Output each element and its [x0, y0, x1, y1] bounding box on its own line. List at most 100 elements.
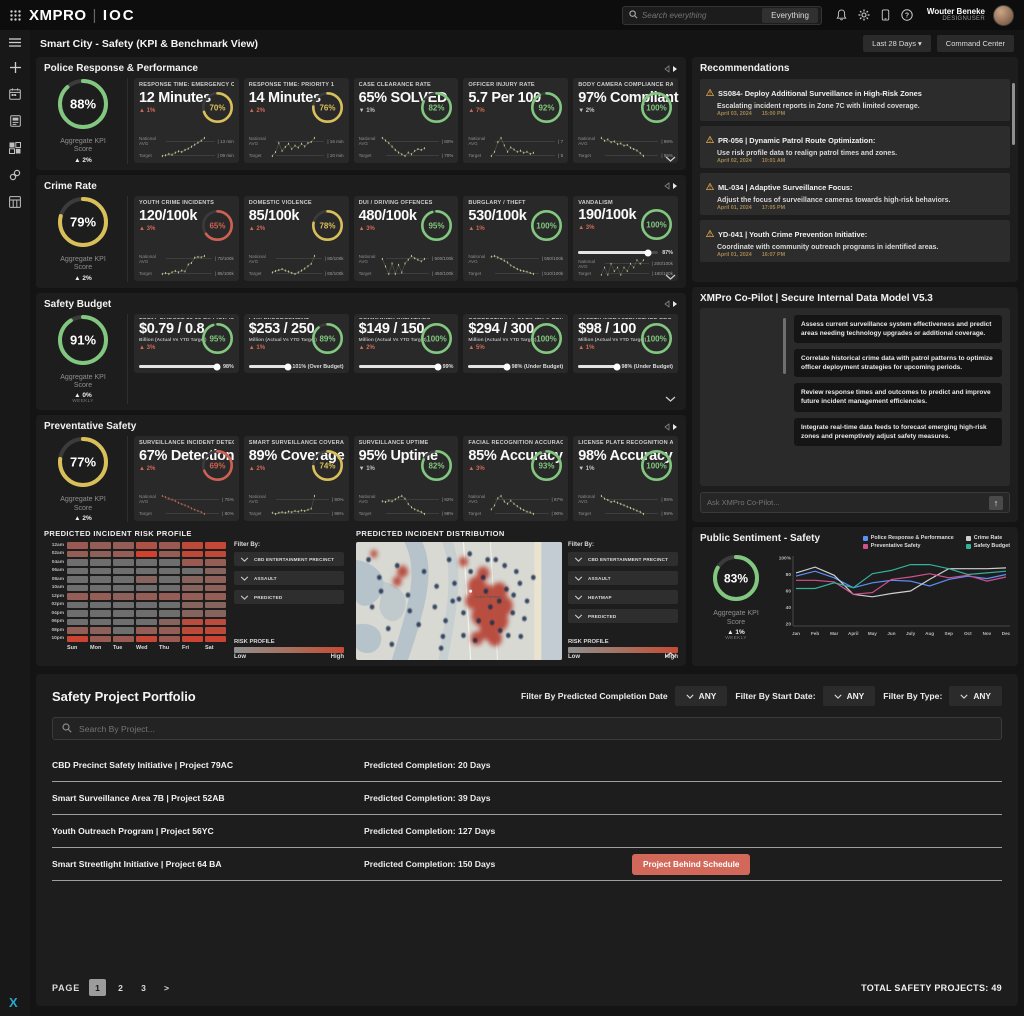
filter-dropdown[interactable]: PREDICTED — [234, 590, 344, 605]
settings-gear-icon[interactable] — [858, 9, 870, 21]
slider-knob[interactable] — [284, 363, 292, 371]
calendar-icon[interactable] — [9, 88, 21, 100]
app-launcher-icon[interactable] — [10, 9, 21, 21]
template-icon[interactable] — [9, 115, 21, 127]
kpi-value: 98% Accuracy — [578, 448, 673, 465]
section-pager-icon[interactable] — [664, 423, 678, 431]
user-info[interactable]: Wouter Beneke DESIGNUSER — [927, 7, 985, 23]
page-button-2[interactable]: 2 — [112, 979, 129, 996]
section-collapse-icon[interactable] — [665, 267, 676, 285]
data-grid-icon[interactable] — [9, 196, 21, 208]
kpi-card[interactable]: YOUTH CRIME INCIDENTS 120/100k ▲ 3% 65% Nat… — [134, 195, 239, 281]
kpi-card[interactable]: VANDALISM 190/100k ▲ 3% 100% 87% National AV… — [573, 195, 678, 281]
kpi-slider[interactable]: 99% — [358, 363, 453, 371]
section-pager-icon[interactable] — [664, 182, 678, 191]
kpi-gauge: 78% — [311, 209, 344, 247]
page-button-3[interactable]: 3 — [135, 979, 152, 996]
filter-type-dropdown[interactable]: ANY — [949, 686, 1002, 707]
kpi-card[interactable]: CASE CLEARANCE RATE 65% SOLVED ▼ 1% 82% Nat… — [353, 78, 459, 163]
kpi-slider[interactable]: 101% (Over Budget) — [248, 363, 344, 371]
global-search[interactable]: Everything — [621, 5, 822, 25]
kpi-card[interactable]: LAW ENFORCEMENT$253 / 250Million (Actual… — [243, 313, 349, 373]
recommendation-item[interactable]: SS084- Deploy Additional Surveillance in… — [700, 79, 1010, 121]
recommendation-item[interactable]: ML-034 | Adaptive Surveillance Focus: Adj… — [700, 173, 1010, 215]
recommendation-item[interactable]: YD-041 | Youth Crime Prevention Initiati… — [700, 220, 1010, 262]
project-row[interactable]: Smart Streetlight Initiative | Project 6… — [52, 848, 1002, 882]
legend-label: Crime Rate — [973, 535, 1003, 541]
menu-icon[interactable] — [9, 38, 21, 47]
search-input[interactable] — [641, 10, 759, 20]
dashboards-icon[interactable] — [9, 142, 21, 154]
kpi-card[interactable]: SURVEILLANCE UPTIME 95% Uptime ▼ 1% 82% Nat… — [353, 436, 459, 522]
copilot-scrollbar[interactable] — [783, 318, 786, 374]
kpi-card[interactable]: SURVEILLANCE INCIDENT DETECTION RATE67% … — [134, 436, 239, 522]
kpi-value: 5.7 Per 100 — [468, 90, 541, 106]
kpi-slider[interactable]: 98% (Under Budget) — [468, 363, 563, 371]
kpi-card[interactable]: BURGLARY / THEFT 530/100k ▲ 1% 100% Nationa… — [463, 195, 569, 281]
slider-knob[interactable] — [213, 363, 221, 371]
section-collapse-icon[interactable] — [665, 645, 676, 663]
project-row[interactable]: Youth Outreach Program | Project 56YC Pre… — [52, 815, 1002, 849]
kpi-card[interactable]: RESPONSE TIME: EMERGENCY CALLS 12 Minutes… — [134, 78, 239, 163]
filter-dropdown[interactable]: ASSAULT — [568, 571, 678, 586]
command-center-button[interactable]: Command Center — [936, 35, 1014, 52]
kpi-card[interactable]: LICENSE PLATE RECOGNITION ACCURACY98% Ac… — [573, 436, 678, 522]
project-row[interactable]: Smart Surveillance Area 7B | Project 52A… — [52, 782, 1002, 816]
add-icon[interactable] — [9, 62, 21, 73]
heatmap-cell — [136, 550, 157, 558]
help-icon[interactable]: ? — [901, 9, 913, 21]
kpi-card-title: SMART SURVEILLANCE COVERAGE — [248, 440, 344, 447]
section-pager-icon[interactable] — [664, 300, 678, 308]
kpi-card[interactable]: SMART SURVEILLANCE COVERAGE 89% Coverage ▲… — [243, 436, 349, 522]
next-page-button[interactable]: > — [158, 979, 175, 996]
project-search[interactable] — [52, 717, 1002, 741]
kpi-card[interactable]: DOMESTIC VIOLENCE 85/100k ▲ 2% 78% National… — [243, 195, 349, 281]
kpi-card[interactable]: COMMUNITY INITIATIVES$149 / 150Million (… — [353, 313, 459, 373]
trend-ref-value: | 450/100k — [432, 270, 454, 276]
section-collapse-icon[interactable] — [665, 389, 676, 407]
project-search-input[interactable] — [79, 723, 992, 734]
trend-ref-label: National AVG — [139, 253, 156, 264]
copilot-send-button[interactable]: ↑ — [989, 495, 1003, 510]
kpi-card[interactable]: FACIAL RECOGNITION ACCURACY 85% Accuracy ▲… — [463, 436, 569, 522]
device-icon[interactable] — [881, 9, 890, 21]
copilot-input[interactable] — [707, 498, 984, 507]
svg-text:100%: 100% — [427, 334, 447, 343]
project-row[interactable]: CBD Precinct Safety Initiative | Project… — [52, 749, 1002, 783]
filter-completion-dropdown[interactable]: ANY — [674, 686, 728, 707]
link-icon[interactable] — [9, 169, 21, 181]
page-button-1[interactable]: 1 — [89, 979, 107, 996]
filter-dropdown[interactable]: CBD ENTERTAINMENT PRECINCT — [568, 552, 678, 567]
date-range-button[interactable]: Last 28 Days ▾ — [863, 35, 931, 52]
search-scope-button[interactable]: Everything — [762, 7, 818, 23]
kpi-card[interactable]: SAFETY INFRASTRUCTURE PROJECTS$98 / 100M… — [573, 313, 678, 373]
avatar[interactable] — [993, 4, 1014, 26]
kpi-card[interactable]: DUI / DRIVING OFFENCES 480/100k ▲ 3% 95% Na… — [353, 195, 459, 281]
kpi-delta: ▲ 1% — [139, 108, 156, 114]
legend-high-label: High — [330, 654, 344, 661]
kpi-card[interactable]: OFFICER INJURY RATE 5.7 Per 100 ▲ 7% 92% Na… — [463, 78, 569, 163]
kpi-card[interactable]: BODY CAMERA COMPLIANCE RATE 97% Compliant… — [573, 78, 679, 163]
section-collapse-icon[interactable] — [665, 149, 676, 167]
kpi-card[interactable]: TOTAL BUDGET $2.93 BILLION (2024-2025)$0… — [134, 313, 239, 373]
xmpro-x-logo[interactable]: X — [9, 995, 18, 1010]
filter-dropdown[interactable]: PREDICTED — [568, 609, 678, 624]
notifications-icon[interactable] — [836, 9, 847, 21]
filter-dropdown[interactable]: CBD ENTERTAINMENT PRECINCT — [234, 552, 344, 567]
kpi-slider[interactable]: 98% (Under Budget) — [578, 363, 673, 371]
slider-knob[interactable] — [613, 363, 621, 371]
filter-dropdown[interactable]: HEATMAP — [568, 590, 678, 605]
recommendation-item[interactable]: PR-056 | Dynamic Patrol Route Optimizati… — [700, 126, 1010, 168]
section-pager-icon[interactable] — [664, 64, 678, 73]
kpi-slider[interactable]: 98% — [139, 363, 234, 371]
kpi-card[interactable]: CORRECTIONAL FACILITY & REHABILITATION$2… — [463, 313, 569, 373]
slider-knob[interactable] — [434, 363, 442, 371]
slider-knob[interactable] — [503, 363, 511, 371]
filter-dropdown[interactable]: ASSAULT — [234, 571, 344, 586]
kpi-card[interactable]: RESPONSE TIME: PRIORITY 1 14 Minutes ▲ 2% … — [243, 78, 349, 163]
kpi-delta: ▼ 2% — [578, 108, 595, 114]
filter-start-dropdown[interactable]: ANY — [822, 686, 876, 707]
heatmap-hour-label: 04am — [51, 559, 64, 565]
incident-map[interactable]: Surfers Paradise — [356, 542, 562, 661]
recommendations-scrollbar[interactable] — [1012, 83, 1015, 145]
